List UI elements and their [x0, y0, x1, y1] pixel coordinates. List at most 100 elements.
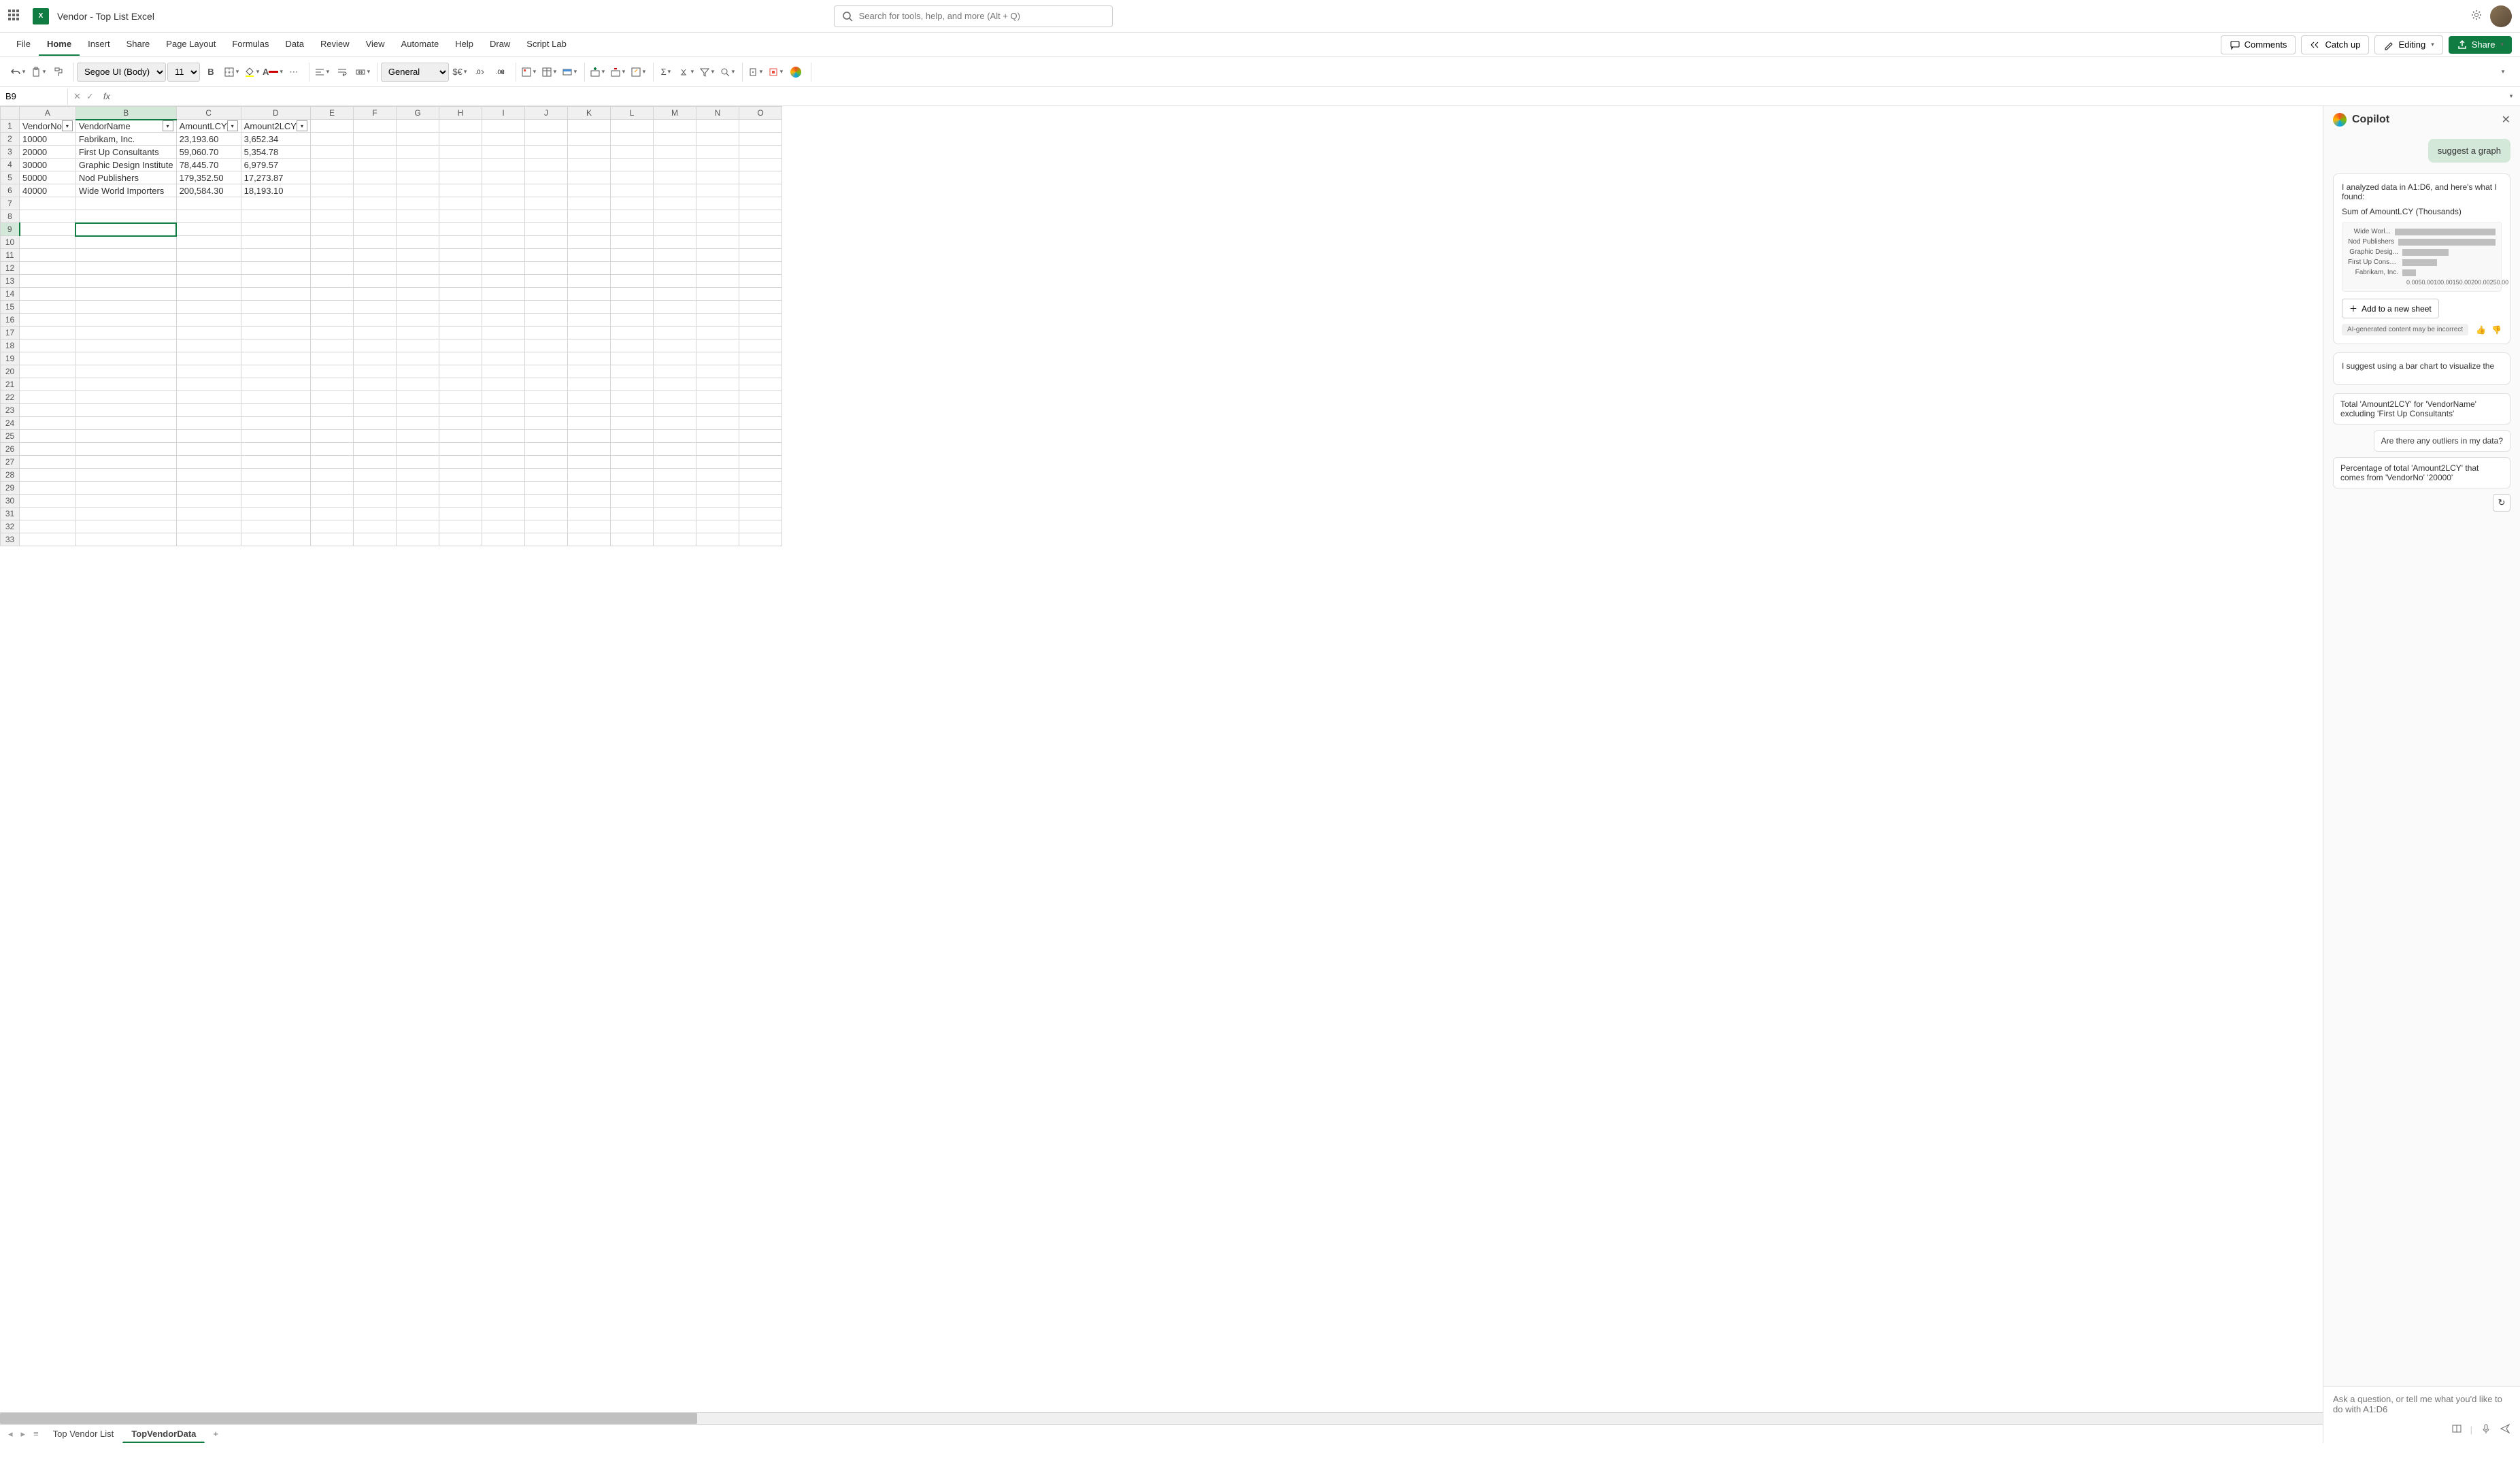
decrease-decimal-button[interactable]: .00	[491, 63, 510, 82]
cell-J18[interactable]	[524, 339, 567, 352]
cell-K26[interactable]	[567, 443, 610, 456]
prompt-book-icon[interactable]	[2451, 1423, 2462, 1436]
cell-D16[interactable]	[241, 314, 310, 327]
cell-H29[interactable]	[439, 482, 482, 495]
cell-C3[interactable]: 59,060.70	[176, 146, 241, 159]
cell-D18[interactable]	[241, 339, 310, 352]
cell-O6[interactable]	[739, 184, 782, 197]
row-header-1[interactable]: 1	[1, 120, 20, 133]
cell-E33[interactable]	[310, 533, 353, 546]
row-header-32[interactable]: 32	[1, 520, 20, 533]
cell-M32[interactable]	[653, 520, 696, 533]
mic-icon[interactable]	[2481, 1423, 2491, 1436]
cell-A4[interactable]: 30000	[20, 159, 76, 171]
cell-G2[interactable]	[396, 133, 439, 146]
cell-A10[interactable]	[20, 236, 76, 249]
cell-A27[interactable]	[20, 456, 76, 469]
align-button[interactable]: ▾	[312, 63, 331, 82]
cell-F25[interactable]	[353, 430, 396, 443]
cell-N32[interactable]	[696, 520, 739, 533]
cell-D14[interactable]	[241, 288, 310, 301]
cell-B32[interactable]	[75, 520, 176, 533]
cell-G32[interactable]	[396, 520, 439, 533]
cell-E2[interactable]	[310, 133, 353, 146]
cell-I18[interactable]	[482, 339, 524, 352]
cell-H22[interactable]	[439, 391, 482, 404]
cell-G4[interactable]	[396, 159, 439, 171]
row-header-24[interactable]: 24	[1, 417, 20, 430]
cell-J15[interactable]	[524, 301, 567, 314]
cell-N7[interactable]	[696, 197, 739, 210]
col-header-G[interactable]: G	[396, 107, 439, 120]
document-title[interactable]: Vendor - Top List Excel	[57, 11, 154, 22]
cell-C16[interactable]	[176, 314, 241, 327]
cell-styles-button[interactable]: ▾	[560, 63, 579, 82]
cell-N26[interactable]	[696, 443, 739, 456]
cell-O1[interactable]	[739, 120, 782, 133]
cell-I5[interactable]	[482, 171, 524, 184]
cell-I22[interactable]	[482, 391, 524, 404]
cell-M14[interactable]	[653, 288, 696, 301]
clear-button[interactable]: ▾	[677, 63, 696, 82]
row-header-20[interactable]: 20	[1, 365, 20, 378]
cell-K25[interactable]	[567, 430, 610, 443]
cell-M24[interactable]	[653, 417, 696, 430]
cell-J13[interactable]	[524, 275, 567, 288]
cell-N27[interactable]	[696, 456, 739, 469]
merge-button[interactable]: ▾	[353, 63, 372, 82]
cell-O25[interactable]	[739, 430, 782, 443]
row-header-30[interactable]: 30	[1, 495, 20, 508]
row-header-4[interactable]: 4	[1, 159, 20, 171]
cell-G25[interactable]	[396, 430, 439, 443]
cell-H27[interactable]	[439, 456, 482, 469]
cell-I3[interactable]	[482, 146, 524, 159]
cell-K23[interactable]	[567, 404, 610, 417]
cell-K10[interactable]	[567, 236, 610, 249]
cell-C5[interactable]: 179,352.50	[176, 171, 241, 184]
cell-O9[interactable]	[739, 223, 782, 236]
cell-H14[interactable]	[439, 288, 482, 301]
cell-F24[interactable]	[353, 417, 396, 430]
cell-O8[interactable]	[739, 210, 782, 223]
cell-A24[interactable]	[20, 417, 76, 430]
col-header-J[interactable]: J	[524, 107, 567, 120]
cell-J19[interactable]	[524, 352, 567, 365]
cell-M17[interactable]	[653, 327, 696, 339]
cell-L10[interactable]	[610, 236, 653, 249]
cell-B24[interactable]	[75, 417, 176, 430]
cell-L13[interactable]	[610, 275, 653, 288]
cell-G6[interactable]	[396, 184, 439, 197]
cell-B29[interactable]	[75, 482, 176, 495]
cell-C14[interactable]	[176, 288, 241, 301]
cell-L9[interactable]	[610, 223, 653, 236]
cell-G17[interactable]	[396, 327, 439, 339]
cell-C7[interactable]	[176, 197, 241, 210]
menu-help[interactable]: Help	[447, 33, 482, 56]
cell-K30[interactable]	[567, 495, 610, 508]
cell-L27[interactable]	[610, 456, 653, 469]
copilot-ribbon-button[interactable]	[786, 63, 805, 82]
cell-H12[interactable]	[439, 262, 482, 275]
cell-B7[interactable]	[75, 197, 176, 210]
cell-I23[interactable]	[482, 404, 524, 417]
cell-H11[interactable]	[439, 249, 482, 262]
close-icon[interactable]: ✕	[2502, 113, 2510, 127]
cell-I30[interactable]	[482, 495, 524, 508]
cell-M5[interactable]	[653, 171, 696, 184]
cell-H19[interactable]	[439, 352, 482, 365]
cell-L32[interactable]	[610, 520, 653, 533]
cell-B23[interactable]	[75, 404, 176, 417]
cell-H18[interactable]	[439, 339, 482, 352]
cell-B28[interactable]	[75, 469, 176, 482]
cell-I6[interactable]	[482, 184, 524, 197]
cell-C8[interactable]	[176, 210, 241, 223]
cell-C25[interactable]	[176, 430, 241, 443]
cell-A18[interactable]	[20, 339, 76, 352]
menu-page-layout[interactable]: Page Layout	[158, 33, 224, 56]
cell-A1[interactable]: VendorNo▾	[20, 120, 76, 133]
cell-O14[interactable]	[739, 288, 782, 301]
menu-share[interactable]: Share	[118, 33, 158, 56]
cell-E1[interactable]	[310, 120, 353, 133]
cell-M9[interactable]	[653, 223, 696, 236]
row-header-10[interactable]: 10	[1, 236, 20, 249]
